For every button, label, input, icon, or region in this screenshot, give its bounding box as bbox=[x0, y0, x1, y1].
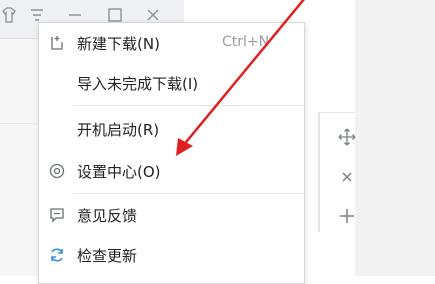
close-icon[interactable] bbox=[338, 168, 356, 186]
menu-item-settings[interactable]: 设置中心(O) bbox=[39, 153, 304, 189]
refresh-icon bbox=[48, 246, 66, 264]
menu-item-shortcut: Ctrl+N bbox=[222, 34, 270, 50]
menu-item-check-update[interactable]: 检查更新 bbox=[39, 237, 304, 273]
menu-item-label: 开机启动(R) bbox=[77, 121, 160, 139]
menu-item-label: 检查更新 bbox=[77, 247, 138, 265]
menu-separator bbox=[73, 105, 304, 106]
panel-border bbox=[318, 112, 320, 232]
panel-border bbox=[318, 112, 355, 113]
menu-item-label: 意见反馈 bbox=[77, 207, 138, 225]
menu-item-label: 新建下载(N) bbox=[77, 35, 160, 53]
add-icon[interactable] bbox=[338, 207, 356, 225]
menu-separator bbox=[73, 193, 304, 194]
background-panel-edge bbox=[355, 0, 435, 276]
context-menu: 新建下载(N) Ctrl+N 导入未完成下载(I) 开机启动(R) 设置中心(O… bbox=[38, 22, 305, 284]
gear-icon bbox=[48, 162, 66, 180]
menu-item-label: 设置中心(O) bbox=[77, 163, 161, 181]
new-download-icon bbox=[48, 34, 66, 52]
menu-item-label: 导入未完成下载(I) bbox=[77, 75, 199, 93]
move-icon[interactable] bbox=[338, 128, 356, 146]
menu-item-new-download[interactable]: 新建下载(N) Ctrl+N bbox=[39, 25, 304, 61]
divider bbox=[0, 123, 38, 124]
menu-item-startup[interactable]: 开机启动(R) bbox=[39, 111, 304, 147]
feedback-icon bbox=[48, 206, 66, 224]
menu-item-import-unfinished[interactable]: 导入未完成下载(I) bbox=[39, 65, 304, 101]
background-window bbox=[0, 0, 38, 276]
shirt-icon[interactable] bbox=[0, 6, 18, 24]
menu-item-feedback[interactable]: 意见反馈 bbox=[39, 197, 304, 233]
